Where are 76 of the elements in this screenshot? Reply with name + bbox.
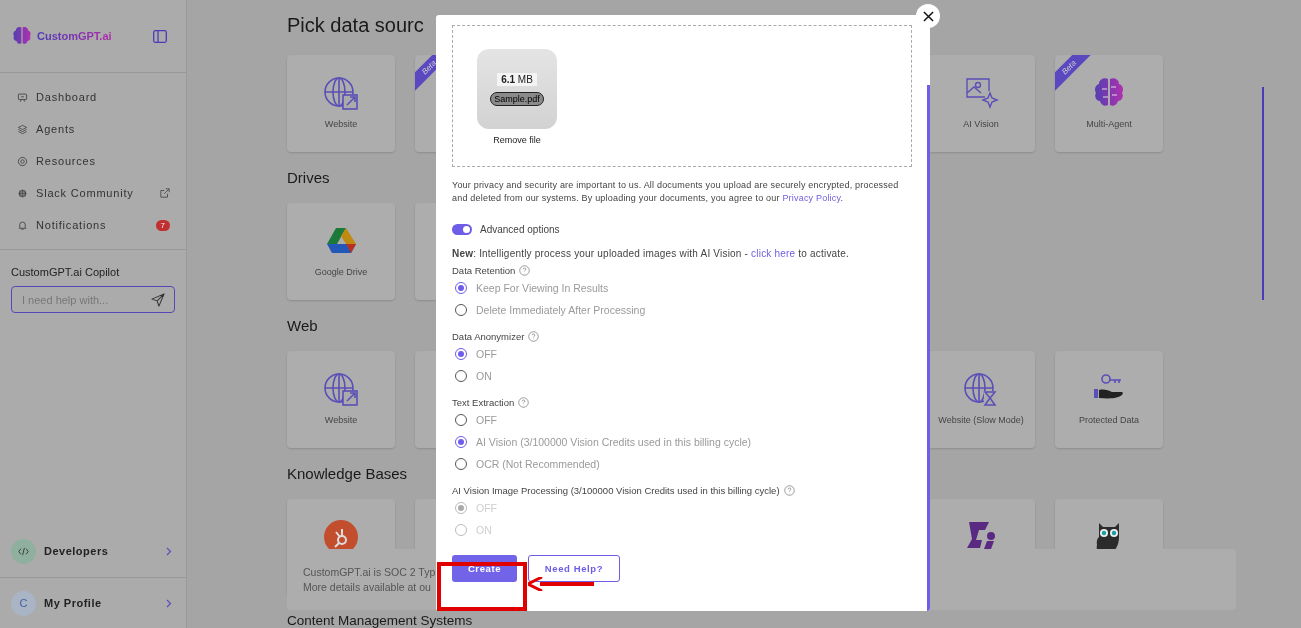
brain-logo-icon bbox=[11, 25, 33, 47]
source-card[interactable]: Website (Slow Mode) bbox=[927, 351, 1035, 448]
radio-option[interactable]: OFF bbox=[452, 409, 912, 431]
sidebar-toggle-icon[interactable] bbox=[153, 29, 167, 43]
remove-file-link[interactable]: Remove file bbox=[493, 135, 541, 145]
toggle-label: Advanced options bbox=[480, 224, 560, 235]
option-group-label: Text Extraction bbox=[452, 396, 515, 408]
card-label: Website bbox=[324, 119, 358, 129]
nav-icon bbox=[17, 123, 28, 135]
source-card[interactable]: Protected Data bbox=[1055, 351, 1163, 448]
chevron-right-icon bbox=[166, 546, 172, 556]
banner-text: More details available at ou bbox=[303, 580, 431, 595]
radio-option[interactable]: AI Vision (3/100000 Vision Credits used in this billing cycle) bbox=[452, 431, 912, 453]
option-group-label: Data Retention bbox=[452, 264, 516, 276]
nav-icon bbox=[17, 187, 28, 199]
nav-item[interactable]: Slack Community bbox=[0, 177, 186, 209]
help-icon[interactable] bbox=[519, 264, 531, 276]
avatar: C bbox=[11, 590, 36, 616]
scrollbar[interactable] bbox=[1262, 87, 1264, 300]
chevron-right-icon bbox=[166, 598, 172, 608]
radio-option[interactable]: OFF bbox=[452, 343, 912, 365]
file-name: Sample.pdf bbox=[490, 91, 544, 106]
nav-item[interactable]: Resources bbox=[0, 145, 186, 177]
send-icon[interactable] bbox=[151, 293, 165, 307]
globe-hourglass-icon bbox=[963, 371, 999, 407]
code-icon bbox=[11, 538, 36, 564]
card-label: Multi-Agent bbox=[1086, 119, 1132, 129]
globe-link-icon bbox=[323, 371, 359, 407]
annotation-arrow bbox=[528, 577, 594, 591]
scrollbar[interactable] bbox=[927, 85, 930, 611]
privacy-policy-link[interactable]: Privacy Policy bbox=[782, 193, 841, 203]
nav-icon bbox=[17, 91, 28, 103]
card-label: Website bbox=[324, 415, 358, 425]
card-label: Protected Data bbox=[1078, 415, 1139, 425]
page-title: Pick data sourc bbox=[287, 13, 424, 38]
radio-option[interactable]: OCR (Not Recommended) bbox=[452, 453, 912, 475]
notification-badge: 7 bbox=[155, 219, 170, 231]
help-icon[interactable] bbox=[518, 396, 530, 408]
help-icon[interactable] bbox=[783, 484, 795, 496]
nav-item[interactable]: Notifications 7 bbox=[0, 209, 186, 241]
close-icon bbox=[922, 10, 934, 22]
section-title: Knowledge Bases bbox=[287, 464, 408, 484]
copilot-title: CustomGPT.ai Copilot bbox=[11, 266, 121, 278]
toggle-switch[interactable] bbox=[452, 224, 472, 235]
source-card[interactable]: Website bbox=[287, 351, 395, 448]
help-icon[interactable] bbox=[528, 330, 540, 342]
nav-item[interactable]: Dashboard bbox=[0, 81, 186, 113]
section-title: Content Management Systems bbox=[287, 614, 473, 628]
card-label: Website (Slow Mode) bbox=[938, 415, 1024, 425]
source-card[interactable]: Google Drive bbox=[287, 203, 395, 300]
section-title: Web bbox=[287, 316, 318, 336]
brand-name: CustomGPT.ai bbox=[37, 30, 112, 42]
click-here-link[interactable]: click here bbox=[751, 248, 796, 259]
globe-link-icon bbox=[323, 75, 359, 111]
radio-option[interactable]: Keep For Viewing In Results bbox=[452, 277, 912, 299]
card-label: Google Drive bbox=[314, 267, 368, 277]
nav-item[interactable]: Agents bbox=[0, 113, 186, 145]
image-sparkle-icon bbox=[963, 75, 999, 111]
nav-icon bbox=[17, 219, 28, 231]
option-group-label: AI Vision Image Processing (3/100000 Vision Credits used in this billing cycle) bbox=[452, 484, 780, 496]
need-help-button[interactable]: Need Help? bbox=[528, 555, 620, 582]
card-label: AI Vision bbox=[963, 119, 999, 129]
source-card[interactable]: Website bbox=[287, 55, 395, 152]
section-title: Drives bbox=[287, 168, 330, 188]
source-card[interactable]: AI Vision bbox=[927, 55, 1035, 152]
file-size: 6.1 MB bbox=[497, 72, 537, 86]
drop-zone[interactable]: 6.1 MB Sample.pdf Remove file bbox=[452, 25, 912, 167]
nav-icon bbox=[17, 155, 28, 167]
profile-item[interactable]: C My Profile bbox=[0, 578, 186, 628]
developers-item[interactable]: Developers bbox=[0, 525, 186, 578]
radio-option[interactable]: ON bbox=[452, 365, 912, 387]
banner-text: CustomGPT.ai is SOC 2 Typ bbox=[303, 565, 436, 580]
privacy-notice: Your privacy and security are important to us. All documents you upload are securely encrypted, processed and deleted from our systems. By uploading your documents, you agree to our Privacy Policy. bbox=[452, 179, 900, 205]
option-group-label: Data Anonymizer bbox=[452, 330, 525, 342]
ai-vision-notice: New: Intelligently process your uploaded images with AI Vision - click here to activate. bbox=[452, 248, 851, 260]
radio-option[interactable]: Delete Immediately After Processing bbox=[452, 299, 912, 321]
